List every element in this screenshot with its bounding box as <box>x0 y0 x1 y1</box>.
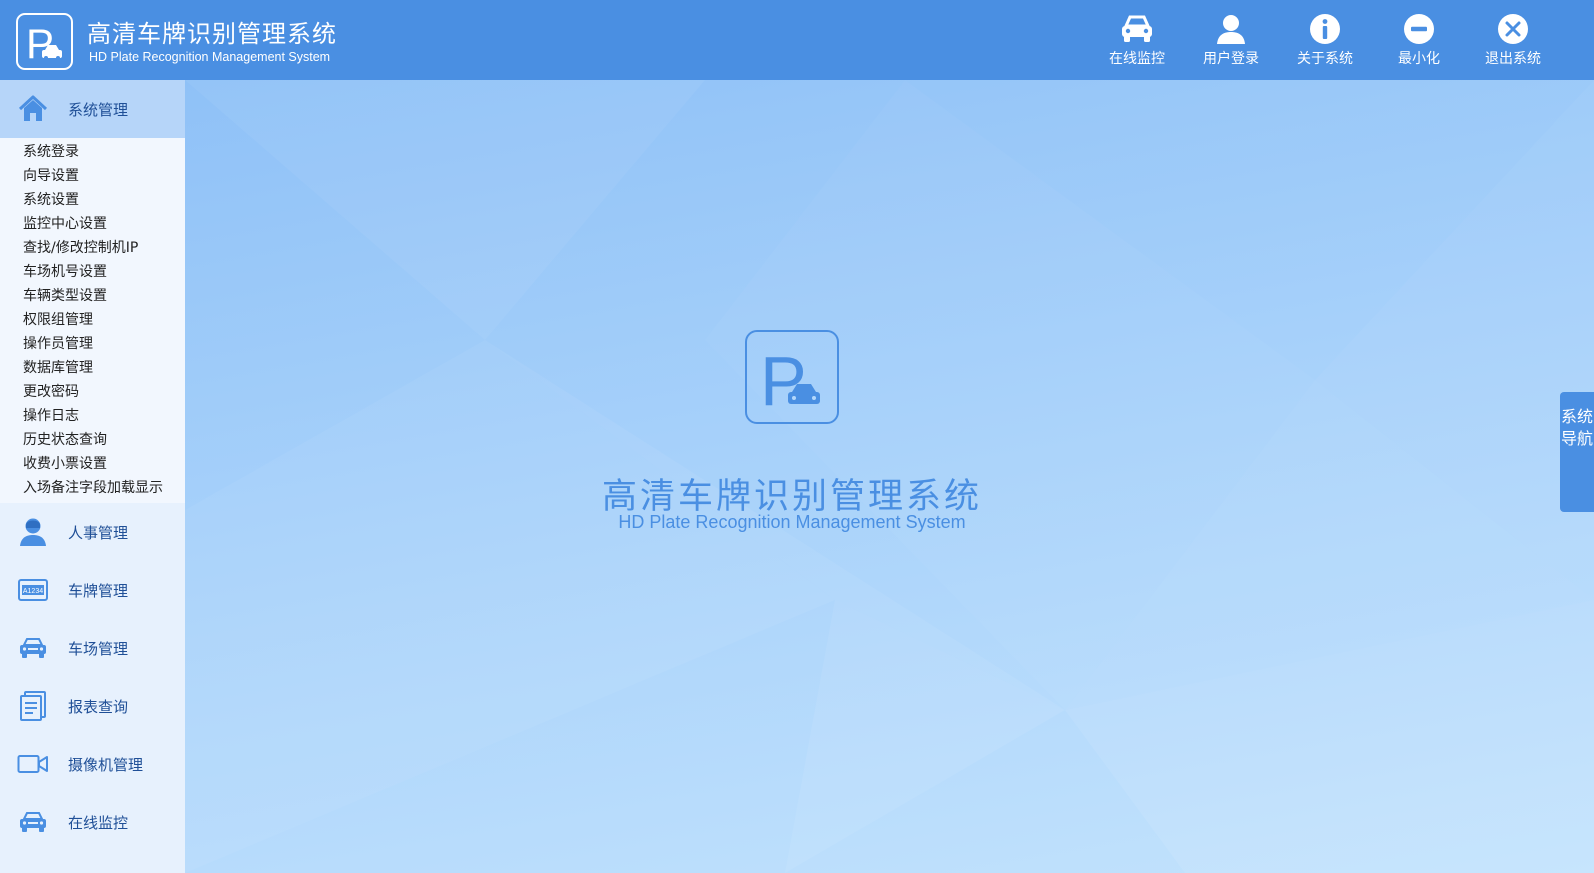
sidebar-group-label: 车牌管理 <box>68 581 129 600</box>
online-monitor-label: 在线监控 <box>1109 51 1165 67</box>
minimize-icon <box>1401 10 1437 48</box>
splash-subtitle: HD Plate Recognition Management System <box>618 512 966 532</box>
brand: P 高清车牌识别管理系统 HD Plate Recognition Manage… <box>16 13 337 70</box>
app-subtitle: HD Plate Recognition Management System <box>89 49 331 64</box>
app-header: P 高清车牌识别管理系统 HD Plate Recognition Manage… <box>0 0 1594 80</box>
minimize-button[interactable]: 最小化 <box>1372 10 1466 72</box>
system-management-submenu: 系统登录 向导设置 系统设置 监控中心设置 查找/修改控制机IP 车场机号设置 … <box>0 138 185 503</box>
svg-text:P: P <box>26 20 54 67</box>
submenu-database-management[interactable]: 数据库管理 <box>0 356 185 380</box>
parking-logo-icon: P <box>16 13 73 70</box>
sidebar-group-label: 在线监控 <box>68 813 129 832</box>
sidebar-group-plate-management[interactable]: A1234 车牌管理 <box>0 561 185 619</box>
parking-logo-icon: P <box>745 330 839 424</box>
sidebar-group-label: 系统管理 <box>68 100 129 119</box>
sidebar-group-online-monitor[interactable]: 在线监控 <box>0 793 185 851</box>
minimize-label: 最小化 <box>1398 51 1440 67</box>
app-title: 高清车牌识别管理系统 <box>87 19 337 48</box>
sidebar-group-lot-management[interactable]: 车场管理 <box>0 619 185 677</box>
user-login-label: 用户登录 <box>1203 51 1259 67</box>
main-content: P 高清车牌识别管理系统 HD Plate Recognition Manage… <box>185 80 1594 873</box>
submenu-entry-remark-fields[interactable]: 入场备注字段加载显示 <box>0 476 185 500</box>
car-icon <box>17 806 49 838</box>
submenu-wizard-settings[interactable]: 向导设置 <box>0 164 185 188</box>
submenu-vehicle-type-settings[interactable]: 车辆类型设置 <box>0 284 185 308</box>
home-icon <box>17 93 49 125</box>
user-icon <box>1213 10 1249 48</box>
submenu-lot-number-settings[interactable]: 车场机号设置 <box>0 260 185 284</box>
camera-icon <box>17 748 49 780</box>
car-icon <box>17 632 49 664</box>
sidebar-group-label: 车场管理 <box>68 639 129 658</box>
sidebar-group-label: 摄像机管理 <box>68 755 144 774</box>
report-icon <box>17 690 49 722</box>
submenu-controller-ip[interactable]: 查找/修改控制机IP <box>0 236 185 260</box>
submenu-system-login[interactable]: 系统登录 <box>0 140 185 164</box>
close-icon <box>1495 10 1531 48</box>
sidebar-group-personnel[interactable]: 人事管理 <box>0 503 185 561</box>
top-toolbar: 在线监控 用户登录 关于系统 最小化 退出系统 <box>1090 10 1560 72</box>
user-login-button[interactable]: 用户登录 <box>1184 10 1278 72</box>
about-system-label: 关于系统 <box>1297 51 1353 67</box>
submenu-receipt-settings[interactable]: 收费小票设置 <box>0 452 185 476</box>
person-icon <box>17 516 49 548</box>
sidebar-group-label: 人事管理 <box>68 523 129 542</box>
online-monitor-button[interactable]: 在线监控 <box>1090 10 1184 72</box>
info-icon <box>1307 10 1343 48</box>
sidebar-group-label: 报表查询 <box>68 697 129 716</box>
exit-system-label: 退出系统 <box>1485 51 1541 67</box>
car-icon <box>1119 10 1155 48</box>
submenu-operator-management[interactable]: 操作员管理 <box>0 332 185 356</box>
svg-text:P: P <box>760 342 807 420</box>
submenu-change-password[interactable]: 更改密码 <box>0 380 185 404</box>
sidebar-group-report-query[interactable]: 报表查询 <box>0 677 185 735</box>
license-plate-icon-text: A1234 <box>23 588 43 595</box>
system-navigation-tab[interactable]: 系统导航 <box>1560 392 1594 512</box>
submenu-monitor-center-settings[interactable]: 监控中心设置 <box>0 212 185 236</box>
about-system-button[interactable]: 关于系统 <box>1278 10 1372 72</box>
sidebar-group-camera-management[interactable]: 摄像机管理 <box>0 735 185 793</box>
submenu-operation-log[interactable]: 操作日志 <box>0 404 185 428</box>
license-plate-icon: A1234 <box>17 574 49 606</box>
submenu-permission-groups[interactable]: 权限组管理 <box>0 308 185 332</box>
exit-system-button[interactable]: 退出系统 <box>1466 10 1560 72</box>
submenu-system-settings[interactable]: 系统设置 <box>0 188 185 212</box>
sidebar: 系统管理 系统登录 向导设置 系统设置 监控中心设置 查找/修改控制机IP 车场… <box>0 80 185 873</box>
sidebar-group-system-management[interactable]: 系统管理 <box>0 80 185 138</box>
submenu-history-status[interactable]: 历史状态查询 <box>0 428 185 452</box>
